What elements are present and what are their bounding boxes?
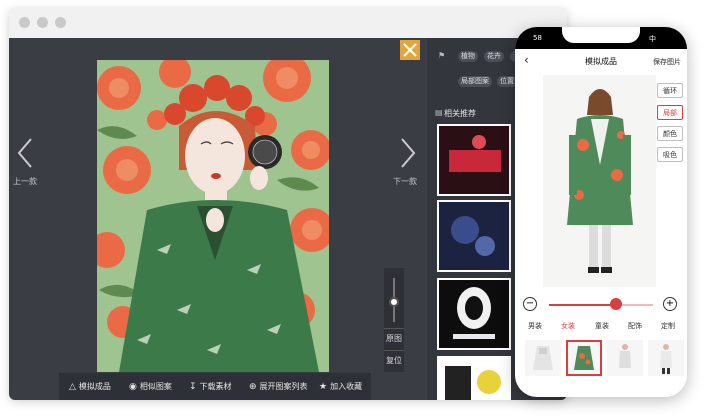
browser-window: 上一款 下一款 原图 复位 △ 模拟成品 ◉ 相似图案 ↧ 下载素材 ⊕ 展开图…	[9, 8, 567, 400]
favorite-button[interactable]: ★ 加入收藏	[319, 373, 362, 400]
window-titlebar	[9, 8, 567, 38]
action-toolbar: △ 模拟成品 ◉ 相似图案 ↧ 下载素材 ⊕ 展开图案列表 ★ 加入收藏	[59, 373, 371, 400]
color-button[interactable]: 颜色	[657, 126, 683, 141]
status-right: 中	[649, 35, 656, 43]
related-thumbnail[interactable]	[437, 278, 511, 350]
tab-custom[interactable]: 定制	[661, 321, 675, 331]
expand-pattern-list-button[interactable]: ⊕ 展开图案列表	[249, 373, 308, 400]
tab-menswear[interactable]: 男装	[528, 321, 542, 331]
window-dot[interactable]	[55, 17, 66, 28]
chevron-left-icon[interactable]	[13, 136, 39, 170]
simulate-product-button[interactable]: △ 模拟成品	[69, 373, 111, 400]
size-slider-handle[interactable]	[609, 298, 622, 310]
status-bar: 58 中	[515, 27, 687, 49]
palette-icon: ◉	[129, 381, 137, 392]
related-thumbnail[interactable]	[437, 200, 511, 272]
save-image-button[interactable]: 保存图片	[653, 57, 681, 67]
plus-icon[interactable]: +	[663, 297, 677, 311]
tag-icon: ⚑	[438, 51, 446, 60]
phone-title: 模拟成品	[585, 57, 617, 66]
action-label: 加入收藏	[330, 382, 363, 391]
phone-mockup: 58 中 ‹ 模拟成品 保存图片 循环 局部 颜色 吸色 − + 男装 女装 童…	[515, 27, 687, 397]
zoom-slider-handle[interactable]	[389, 297, 399, 308]
action-label: 模拟成品	[78, 382, 111, 391]
garment-thumbnail[interactable]	[648, 340, 684, 376]
garment-thumbnail[interactable]	[607, 340, 643, 376]
related-thumbnail[interactable]	[437, 124, 511, 196]
partial-button[interactable]: 局部	[657, 105, 683, 120]
star-icon: ★	[319, 381, 328, 392]
phone-notch	[562, 27, 640, 43]
download-button[interactable]: ↧ 下载素材	[189, 373, 232, 400]
next-label[interactable]: 下一款	[393, 176, 417, 187]
tag-chip[interactable]: 位置	[497, 76, 517, 87]
tag-chip[interactable]: 局部图案	[458, 76, 492, 87]
garment-thumbnail-selected[interactable]	[566, 340, 602, 376]
zoom-panel: 原图 复位	[384, 268, 404, 372]
recommend-icon: ▤	[435, 108, 443, 117]
tab-kidswear[interactable]: 童装	[595, 321, 609, 331]
status-time: 58	[533, 34, 542, 42]
minus-icon[interactable]: −	[523, 297, 537, 311]
phone-header: ‹ 模拟成品 保存图片	[515, 49, 687, 73]
action-label: 下载素材	[199, 382, 232, 391]
garment-thumbnail[interactable]	[525, 340, 561, 376]
pick-color-button[interactable]: 吸色	[657, 147, 683, 162]
pattern-artwork	[97, 60, 329, 372]
chevron-right-icon[interactable]	[394, 136, 420, 170]
original-size-button[interactable]: 原图	[384, 328, 404, 349]
related-heading: 相关推荐	[444, 109, 476, 118]
image-viewer: 上一款 下一款 原图 复位 △ 模拟成品 ◉ 相似图案 ↧ 下载素材 ⊕ 展开图…	[9, 38, 427, 400]
model-figure	[543, 75, 656, 287]
model-preview	[543, 75, 656, 287]
circle-plus-icon: ⊕	[249, 381, 257, 392]
mannequin-icon: △	[69, 381, 76, 392]
prev-label[interactable]: 上一款	[13, 176, 37, 187]
close-icon[interactable]	[400, 40, 420, 60]
related-thumbnail[interactable]	[437, 356, 511, 400]
size-slider-fill	[549, 304, 616, 306]
action-label: 相似图案	[139, 382, 172, 391]
close-button[interactable]	[400, 40, 420, 60]
tag-chip[interactable]: 花卉	[484, 51, 504, 62]
window-dot[interactable]	[19, 17, 30, 28]
back-arrow-icon[interactable]: ‹	[524, 53, 529, 67]
tab-womenswear[interactable]: 女装	[561, 321, 575, 331]
tag-chip[interactable]: 植物	[458, 51, 478, 62]
window-dot[interactable]	[37, 17, 48, 28]
reset-button[interactable]: 复位	[384, 350, 404, 371]
action-label: 展开图案列表	[259, 382, 308, 391]
tab-accessories[interactable]: 配饰	[628, 321, 642, 331]
download-icon: ↧	[189, 381, 197, 392]
similar-pattern-button[interactable]: ◉ 相似图案	[129, 373, 172, 400]
loop-button[interactable]: 循环	[657, 83, 683, 98]
